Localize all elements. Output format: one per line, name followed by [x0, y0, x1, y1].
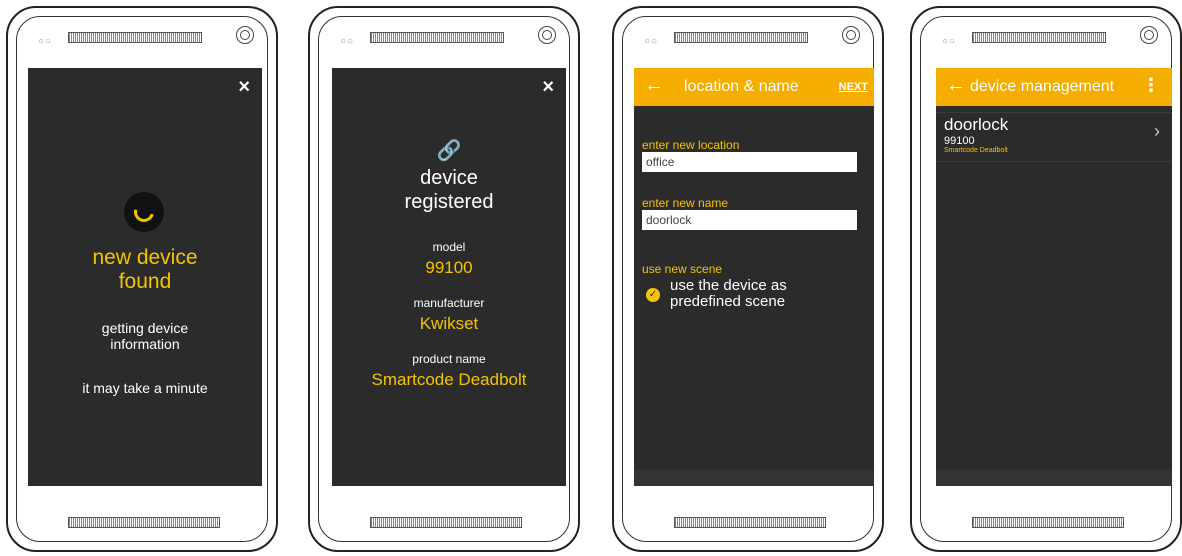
manufacturer-label: manufacturer — [413, 296, 485, 310]
bottom-bar — [634, 470, 874, 486]
status-info: getting device information — [28, 320, 262, 352]
checkbox-checked-icon[interactable]: ✓ — [646, 288, 660, 302]
screen-device-registered: × 🔗 device registered model 99100 manufa… — [332, 68, 566, 486]
screen-location-name: ← location & name NEXT enter new locatio… — [634, 68, 874, 486]
top-speaker — [68, 32, 202, 43]
camera-icon — [842, 26, 860, 44]
screen-device-management: ← device management ⋮ doorlock 99100 Sma… — [936, 68, 1172, 486]
top-speaker — [674, 32, 808, 43]
device-model: 99100 — [944, 135, 975, 147]
loading-spinner-icon — [124, 192, 164, 232]
link-icon: 🔗 — [436, 140, 462, 162]
status-title-line2: found — [118, 270, 172, 293]
camera-icon — [236, 26, 254, 44]
phone-mockup-1: ○○ × new device found getting device inf… — [6, 6, 278, 552]
scene-option-line2: predefined scene — [670, 293, 786, 310]
product-label: product name — [412, 352, 486, 366]
status-note: it may take a minute — [82, 380, 208, 396]
more-options-icon[interactable]: ⋮ — [1142, 75, 1160, 96]
name-label: enter new name — [642, 196, 729, 210]
close-icon[interactable]: × — [542, 76, 554, 99]
bottom-speaker — [68, 517, 220, 528]
app-bar-title: device management — [970, 78, 1115, 95]
camera-icon — [538, 26, 556, 44]
name-input[interactable]: doorlock — [642, 210, 857, 230]
phone-mockup-3: ○○ ← location & name NEXT enter new loca… — [612, 6, 884, 552]
close-icon[interactable]: × — [238, 76, 250, 99]
registered-title-line2: registered — [404, 191, 494, 213]
device-product: Smartcode Deadbolt — [944, 147, 1008, 154]
location-label: enter new location — [642, 138, 740, 152]
scene-option-text[interactable]: use the device as predefined scene — [670, 278, 787, 310]
bottom-bar — [936, 470, 1172, 486]
model-label: model — [432, 240, 466, 254]
device-name: doorlock — [944, 115, 1009, 134]
app-bar: ← location & name NEXT — [634, 68, 874, 106]
next-button[interactable]: NEXT — [839, 81, 868, 93]
phone-mockup-4: ○○ ← device management ⋮ doorlock 99100 … — [910, 6, 1182, 552]
scene-label: use new scene — [642, 262, 723, 276]
manufacturer-value: Kwikset — [419, 314, 479, 333]
sensor-dots: ○○ — [38, 36, 53, 47]
bottom-speaker — [370, 517, 522, 528]
status-title-line1: new device — [92, 246, 198, 269]
top-speaker — [370, 32, 504, 43]
phone-mockup-2: ○○ × 🔗 device registered model 99100 man… — [308, 6, 580, 552]
status-title: new device found — [28, 246, 262, 294]
sensor-dots: ○○ — [644, 36, 659, 47]
product-value: Smartcode Deadbolt — [371, 370, 527, 389]
model-value: 99100 — [425, 258, 473, 277]
device-list-item[interactable]: doorlock 99100 Smartcode Deadbolt › — [936, 112, 1172, 162]
status-info-line2: information — [110, 336, 180, 352]
scene-option-line1: use the device as — [670, 277, 787, 294]
app-bar: ← device management ⋮ — [936, 68, 1172, 106]
back-arrow-icon[interactable]: ← — [946, 74, 966, 97]
sensor-dots: ○○ — [340, 36, 355, 47]
chevron-right-icon: › — [1154, 121, 1160, 141]
registered-title-line1: device — [420, 167, 478, 189]
bottom-speaker — [674, 517, 826, 528]
sensor-dots: ○○ — [942, 36, 957, 47]
top-speaker — [972, 32, 1106, 43]
screen-new-device-found: × new device found getting device inform… — [28, 68, 262, 486]
back-arrow-icon[interactable]: ← — [644, 74, 664, 97]
bottom-speaker — [972, 517, 1124, 528]
location-input[interactable]: office — [642, 152, 857, 172]
camera-icon — [1140, 26, 1158, 44]
registered-title: device registered — [332, 166, 566, 214]
app-bar-title: location & name — [684, 78, 799, 95]
status-info-line1: getting device — [101, 320, 189, 336]
